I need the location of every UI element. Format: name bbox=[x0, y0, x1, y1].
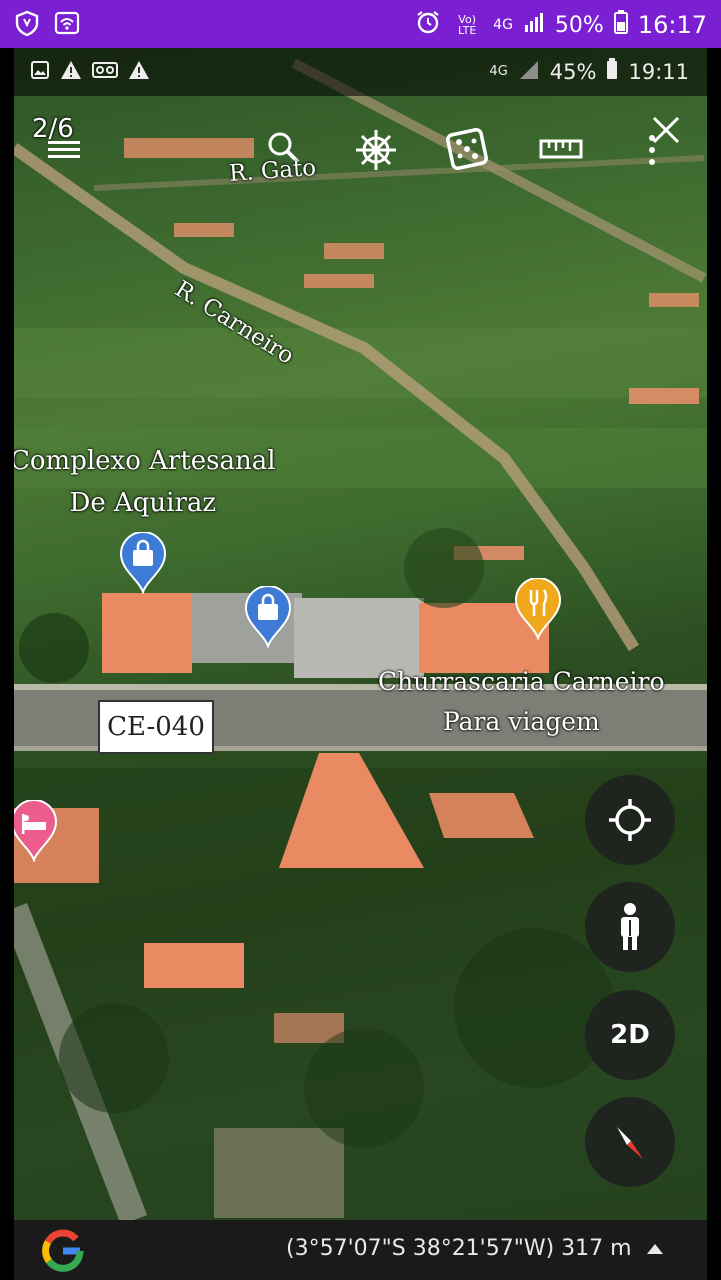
poi-churrascaria-name-line1: Churrascaria Carneiro bbox=[378, 667, 665, 696]
poi-churrascaria-name-line2: Para viagem bbox=[442, 707, 600, 736]
person-icon bbox=[621, 903, 639, 950]
warning-icon bbox=[60, 60, 82, 85]
alarm-icon bbox=[415, 9, 441, 41]
dice-icon bbox=[446, 128, 488, 170]
my-location-button[interactable] bbox=[585, 775, 675, 865]
bottom-info-bar: (3°57'07"S 38°21'57"W) 317 m bbox=[14, 1220, 707, 1280]
crosshair-icon bbox=[609, 799, 651, 841]
measure-button[interactable] bbox=[536, 128, 586, 168]
poi-label-churrascaria[interactable]: Churrascaria Carneiro Para viagem bbox=[378, 662, 665, 742]
inner-network-type: 4G bbox=[489, 64, 508, 79]
shop-pin[interactable] bbox=[119, 531, 167, 596]
warning-icon-2 bbox=[128, 60, 150, 85]
ship-wheel-icon bbox=[356, 130, 396, 170]
voicemail-icon bbox=[92, 60, 118, 85]
shopping-bag-pin-icon bbox=[119, 531, 167, 596]
battery-percent: 50% bbox=[554, 12, 604, 38]
helm-button[interactable] bbox=[352, 126, 400, 174]
result-counter: 2/6 bbox=[32, 114, 74, 144]
compass-needle-icon bbox=[617, 1127, 643, 1159]
battery-icon bbox=[613, 10, 628, 40]
image-icon bbox=[30, 60, 50, 85]
google-logo bbox=[40, 1228, 86, 1278]
hotel-bed-pin-icon bbox=[14, 799, 58, 864]
arrow-up-icon bbox=[647, 1244, 663, 1254]
close-button[interactable] bbox=[646, 110, 686, 150]
clock: 16:17 bbox=[637, 11, 707, 39]
inner-battery-icon bbox=[606, 58, 618, 85]
random-button[interactable] bbox=[442, 124, 492, 174]
satellite-map[interactable]: 4G 45% 19:11 2/6 R. Gato R. Carneiro Com… bbox=[14, 48, 707, 1220]
inner-signal-icon bbox=[518, 58, 540, 85]
shop-pin-2[interactable] bbox=[244, 585, 292, 650]
shopping-bag-pin-icon bbox=[244, 585, 292, 650]
highway-shield: CE-040 bbox=[98, 700, 214, 754]
ruler-icon bbox=[539, 139, 583, 159]
close-icon bbox=[652, 116, 680, 144]
app-shield-icon bbox=[14, 10, 40, 40]
compass-button[interactable] bbox=[585, 1097, 675, 1187]
poi-complexo-name-line2: De Aquiraz bbox=[69, 488, 217, 518]
restaurant-pin[interactable] bbox=[514, 577, 562, 642]
network-type: 4G bbox=[493, 17, 513, 33]
inner-clock: 19:11 bbox=[628, 59, 689, 84]
device-status-bar: Vo) LTE 4G 50% 16:17 bbox=[0, 0, 721, 48]
inner-battery-percent: 45% bbox=[549, 59, 597, 84]
poi-complexo-name-line1: Complexo Artesanal bbox=[14, 446, 276, 476]
poi-label-complexo[interactable]: Complexo Artesanal De Aquiraz bbox=[14, 440, 276, 524]
inner-status-bar: 4G 45% 19:11 bbox=[14, 48, 707, 96]
view-mode-2d-button[interactable]: 2D bbox=[585, 990, 675, 1080]
hotel-pin[interactable] bbox=[14, 799, 58, 864]
coordinates-readout: (3°57'07"S 38°21'57"W) 317 m bbox=[286, 1236, 632, 1261]
expand-button[interactable] bbox=[644, 1238, 666, 1260]
restaurant-pin-icon bbox=[514, 577, 562, 642]
wifi-icon bbox=[54, 10, 80, 40]
signal-icon bbox=[523, 11, 545, 39]
street-view-button[interactable] bbox=[585, 882, 675, 972]
volte-indicator: Vo) LTE bbox=[458, 13, 477, 37]
